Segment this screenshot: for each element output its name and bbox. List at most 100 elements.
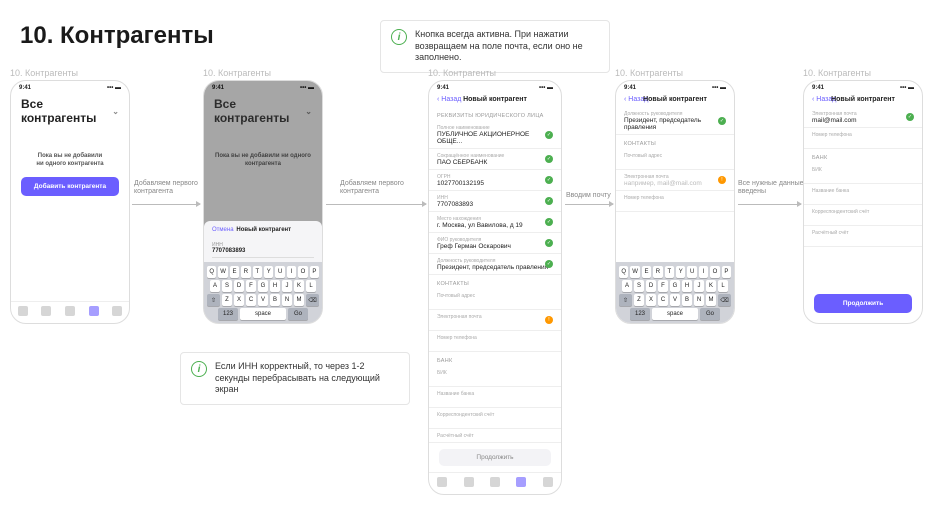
form-row[interactable]: Место нахожденияг. Москва, ул Вавилова, … bbox=[429, 212, 561, 233]
backspace-key[interactable]: ⌫ bbox=[718, 294, 731, 306]
continue-button[interactable]: Продолжить bbox=[439, 449, 551, 466]
key-m[interactable]: M bbox=[294, 294, 304, 306]
form-row[interactable]: Номер телефона bbox=[429, 331, 561, 352]
keyboard[interactable]: QWERTYUIOP ASDFGHJKL ⇧ ZXCVBNM ⌫ 123 spa… bbox=[204, 262, 322, 323]
key-w[interactable]: W bbox=[630, 266, 639, 278]
key-i[interactable]: I bbox=[287, 266, 296, 278]
tab-2[interactable] bbox=[460, 477, 478, 488]
key-e[interactable]: E bbox=[642, 266, 651, 278]
form-row[interactable]: Должность руководителяПрезидент, председ… bbox=[429, 254, 561, 275]
key-s[interactable]: S bbox=[634, 280, 644, 292]
form-row[interactable]: Сокращённое наименованиеПАО СБЕРБАНК✓ bbox=[429, 149, 561, 170]
modal-overlay[interactable]: Отмена Новый контрагент ИНН 7707083893 Q… bbox=[204, 81, 322, 323]
tab-1[interactable] bbox=[14, 306, 32, 317]
tab-1[interactable] bbox=[433, 477, 451, 488]
form-row[interactable]: Почтовый адрес bbox=[429, 289, 561, 310]
key-v[interactable]: V bbox=[670, 294, 680, 306]
key-u[interactable]: U bbox=[687, 266, 696, 278]
form-row[interactable]: ФИО руководителяГреф Герман Оскарович✓ bbox=[429, 233, 561, 254]
key-r[interactable]: R bbox=[241, 266, 250, 278]
form-row[interactable]: Корреспондентский счёт bbox=[429, 408, 561, 429]
key-p[interactable]: P bbox=[310, 266, 319, 278]
form-row[interactable]: Номер телефона bbox=[616, 191, 734, 212]
tab-3[interactable] bbox=[61, 306, 79, 317]
key-m[interactable]: M bbox=[706, 294, 716, 306]
key-p[interactable]: P bbox=[722, 266, 731, 278]
keyboard[interactable]: QWERTYUIOP ASDFGHJKL ⇧ ZXCVBNM ⌫ 123 spa… bbox=[616, 262, 734, 323]
key-a[interactable]: A bbox=[622, 280, 632, 292]
form-row[interactable]: Расчётный счёт bbox=[429, 429, 561, 442]
form-row[interactable]: Название банка bbox=[429, 387, 561, 408]
tab-3[interactable] bbox=[486, 477, 504, 488]
form-row[interactable]: Электронная почтанапример, mail@mail.com… bbox=[616, 170, 734, 191]
tab-4[interactable] bbox=[512, 477, 530, 488]
form-row[interactable]: БИК bbox=[804, 163, 922, 184]
key-f[interactable]: F bbox=[658, 280, 668, 292]
key-h[interactable]: H bbox=[270, 280, 280, 292]
tab-4[interactable] bbox=[85, 306, 103, 317]
form-row[interactable]: БИК bbox=[429, 366, 561, 387]
form-row[interactable]: Электронная почтаmail@mail.com✓ bbox=[804, 107, 922, 128]
key-y[interactable]: Y bbox=[676, 266, 685, 278]
key-h[interactable]: H bbox=[682, 280, 692, 292]
form-row[interactable]: Название банка bbox=[804, 184, 922, 205]
key-e[interactable]: E bbox=[230, 266, 239, 278]
key-o[interactable]: O bbox=[710, 266, 719, 278]
key-j[interactable]: J bbox=[694, 280, 704, 292]
tab-5[interactable] bbox=[108, 306, 126, 317]
inn-field[interactable]: ИНН 7707083893 bbox=[212, 239, 314, 258]
go-key[interactable]: Go bbox=[700, 308, 720, 320]
key-k[interactable]: K bbox=[706, 280, 716, 292]
key-f[interactable]: F bbox=[246, 280, 256, 292]
key-a[interactable]: A bbox=[210, 280, 220, 292]
num-key[interactable]: 123 bbox=[630, 308, 650, 320]
key-s[interactable]: S bbox=[222, 280, 232, 292]
key-b[interactable]: B bbox=[270, 294, 280, 306]
form-row[interactable]: Почтовый адрес bbox=[616, 149, 734, 170]
form-row[interactable]: Номер телефона bbox=[804, 128, 922, 149]
key-j[interactable]: J bbox=[282, 280, 292, 292]
key-q[interactable]: Q bbox=[207, 266, 216, 278]
key-q[interactable]: Q bbox=[619, 266, 628, 278]
key-l[interactable]: L bbox=[718, 280, 728, 292]
tab-2[interactable] bbox=[37, 306, 55, 317]
form-row[interactable]: ИНН7707083893✓ bbox=[429, 191, 561, 212]
key-y[interactable]: Y bbox=[264, 266, 273, 278]
key-g[interactable]: G bbox=[670, 280, 680, 292]
form-row[interactable]: Корреспондентский счёт bbox=[804, 205, 922, 226]
space-key[interactable]: space bbox=[652, 308, 698, 320]
shift-key[interactable]: ⇧ bbox=[207, 294, 220, 306]
form-row[interactable]: Электронная почта ! bbox=[429, 310, 561, 331]
key-x[interactable]: X bbox=[234, 294, 244, 306]
key-r[interactable]: R bbox=[653, 266, 662, 278]
key-x[interactable]: X bbox=[646, 294, 656, 306]
space-key[interactable]: space bbox=[240, 308, 286, 320]
key-z[interactable]: Z bbox=[634, 294, 644, 306]
key-o[interactable]: O bbox=[298, 266, 307, 278]
key-b[interactable]: B bbox=[682, 294, 692, 306]
shift-key[interactable]: ⇧ bbox=[619, 294, 632, 306]
continue-button[interactable]: Продолжить bbox=[814, 294, 912, 313]
key-i[interactable]: I bbox=[699, 266, 708, 278]
go-key[interactable]: Go bbox=[288, 308, 308, 320]
key-u[interactable]: U bbox=[275, 266, 284, 278]
screen1-header[interactable]: Все контрагенты ⌄ bbox=[11, 91, 129, 129]
key-d[interactable]: D bbox=[234, 280, 244, 292]
num-key[interactable]: 123 bbox=[218, 308, 238, 320]
form-row[interactable]: Полное наименованиеПУБЛИЧНОЕ АКЦИОНЕРНОЕ… bbox=[429, 121, 561, 149]
key-z[interactable]: Z bbox=[222, 294, 232, 306]
add-counterparty-button[interactable]: Добавить контрагента bbox=[21, 177, 119, 196]
key-v[interactable]: V bbox=[258, 294, 268, 306]
cancel-link[interactable]: Отмена bbox=[212, 227, 234, 233]
key-t[interactable]: T bbox=[665, 266, 674, 278]
form-row[interactable]: ОГРН1027700132195✓ bbox=[429, 170, 561, 191]
key-d[interactable]: D bbox=[646, 280, 656, 292]
key-c[interactable]: C bbox=[246, 294, 256, 306]
tab-5[interactable] bbox=[539, 477, 557, 488]
key-g[interactable]: G bbox=[258, 280, 268, 292]
key-l[interactable]: L bbox=[306, 280, 316, 292]
key-k[interactable]: K bbox=[294, 280, 304, 292]
form-row[interactable]: Расчётный счёт bbox=[804, 226, 922, 247]
key-n[interactable]: N bbox=[694, 294, 704, 306]
key-c[interactable]: C bbox=[658, 294, 668, 306]
